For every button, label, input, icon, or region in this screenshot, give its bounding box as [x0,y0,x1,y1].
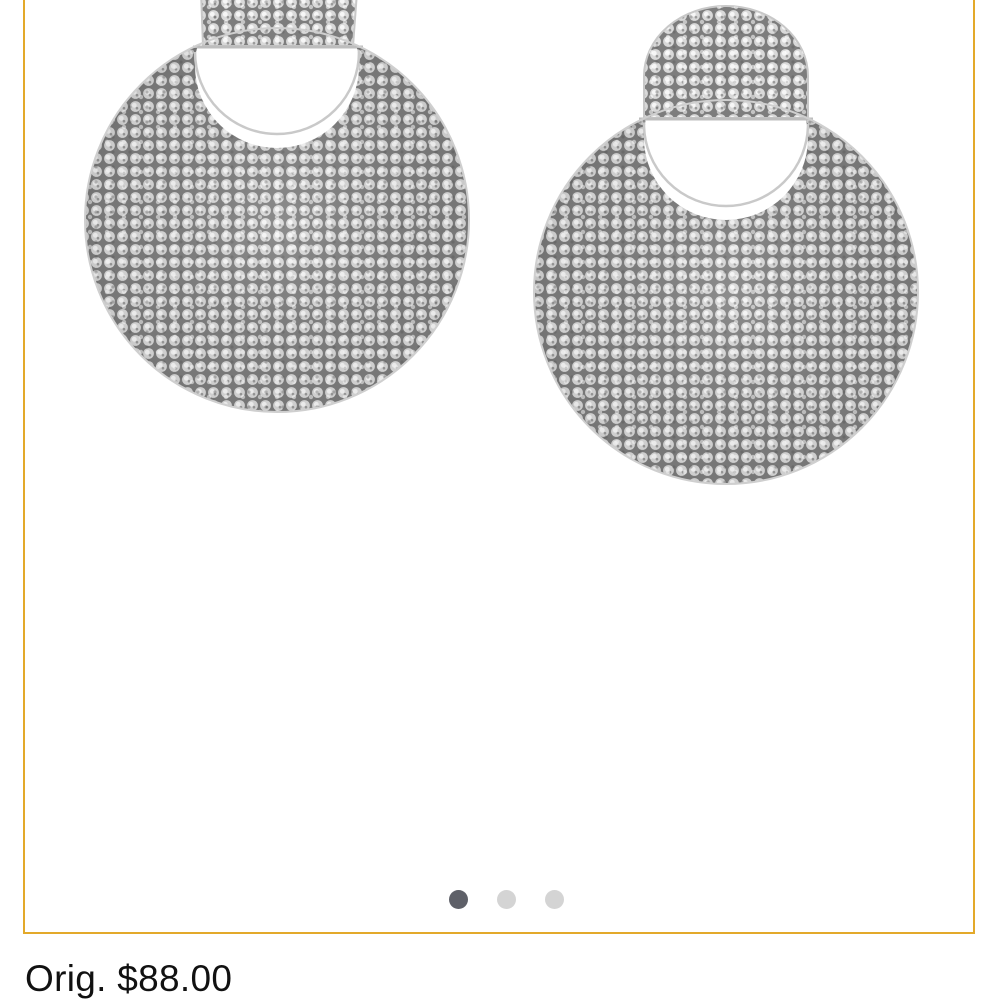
carousel-dot-1[interactable] [448,890,468,909]
product-image-frame[interactable] [23,0,975,934]
pave-disc-drop-earrings-icon [75,0,935,506]
product-page: Orig. $88.00 [0,0,1000,1000]
carousel-dot-3[interactable] [544,890,564,909]
original-price: Orig. $88.00 [25,958,233,999]
carousel-dot-2[interactable] [496,890,516,909]
carousel-pagination [25,890,973,910]
